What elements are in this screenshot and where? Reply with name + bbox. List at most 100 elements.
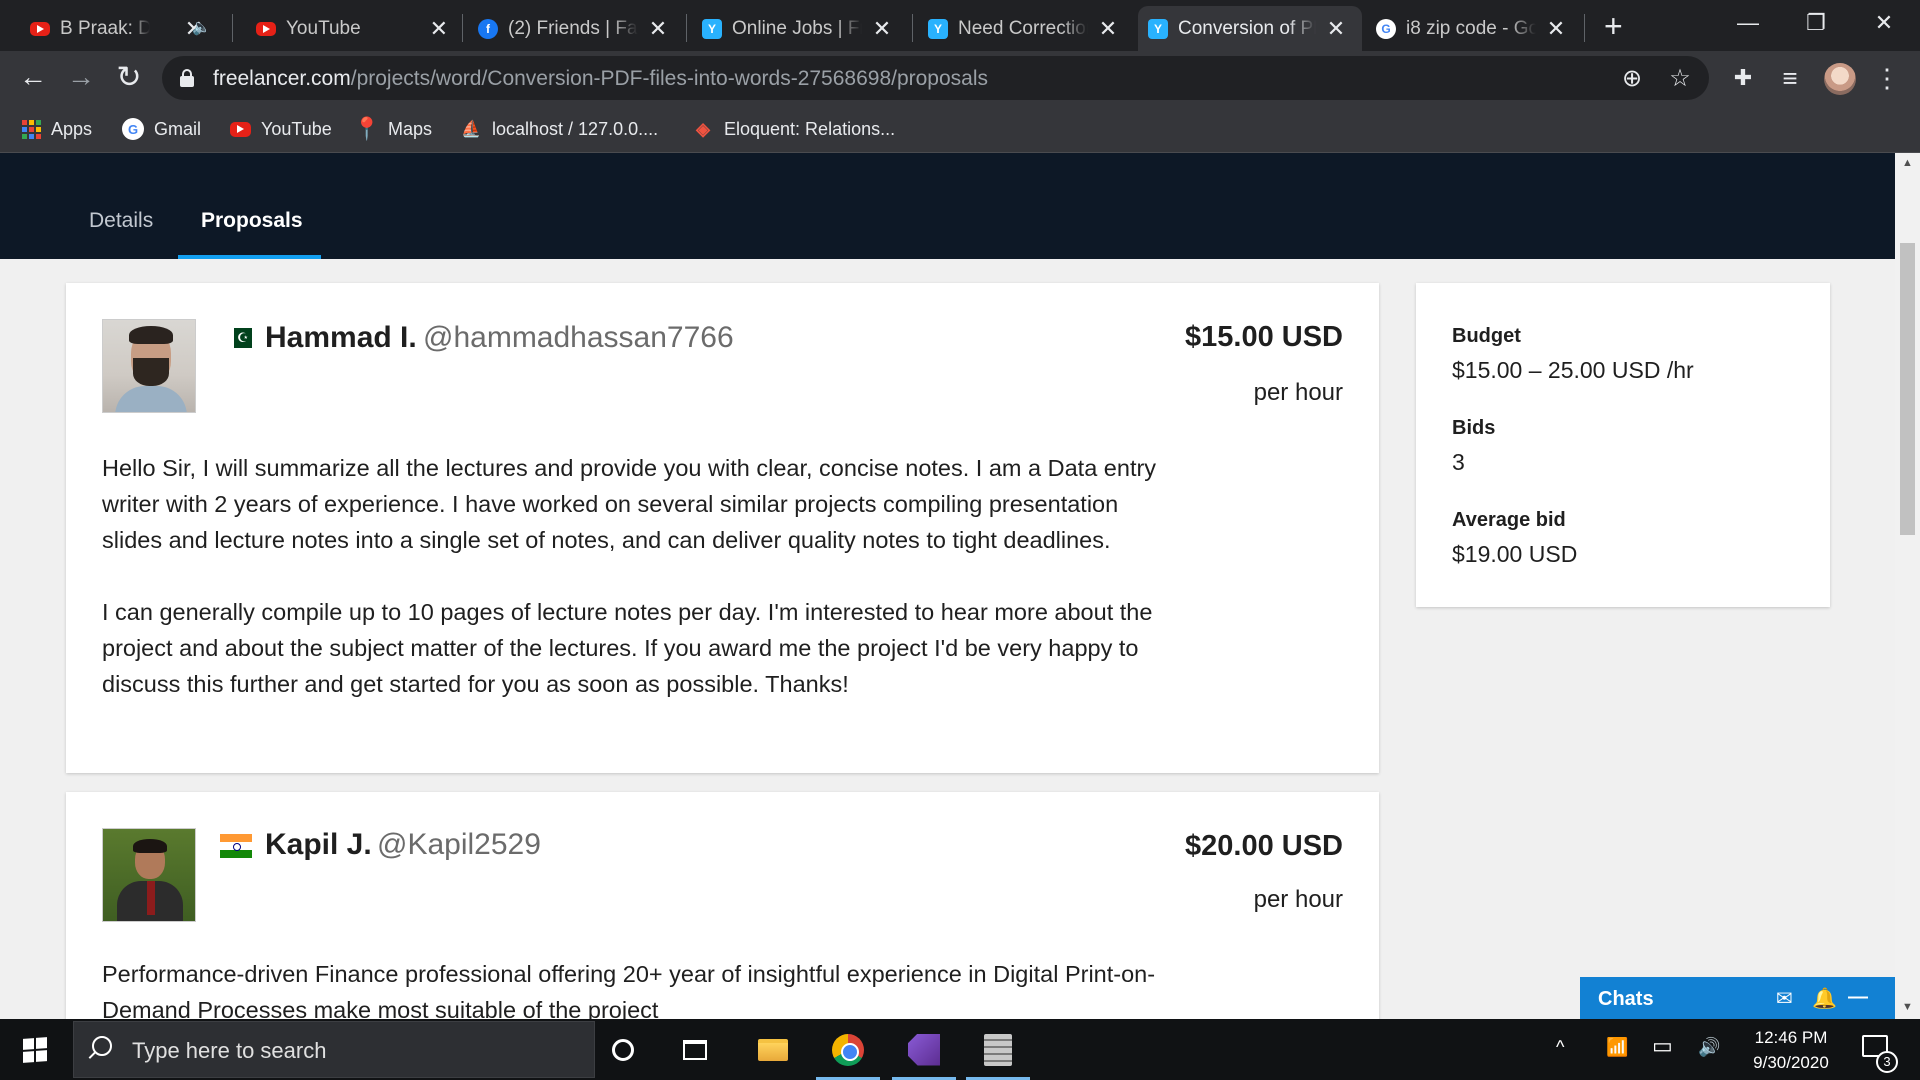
tab-separator (232, 14, 233, 42)
tab-proposals[interactable]: Proposals (201, 209, 303, 233)
new-tab-button[interactable]: + (1604, 6, 1623, 46)
tab-close-icon[interactable]: ✕ (1546, 16, 1566, 42)
lock-icon[interactable] (180, 69, 194, 87)
bids-value: 3 (1452, 449, 1465, 475)
india-flag-icon (220, 834, 252, 858)
freelancer-avatar[interactable] (102, 828, 196, 922)
bookmark-eloquent[interactable]: ◈ Eloquent: Relations... (692, 115, 895, 143)
bookmark-gmail[interactable]: G Gmail (122, 115, 201, 143)
page-scrollbar[interactable]: ▲ ▼ (1895, 153, 1920, 1019)
start-button[interactable] (0, 1019, 70, 1080)
browser-tab-youtube[interactable]: YouTube ✕ (246, 6, 460, 51)
browser-tab-online-jobs[interactable]: Y Online Jobs | Freelancer ✕ (692, 6, 906, 51)
apps-grid-icon (22, 119, 41, 139)
google-icon: G (1376, 19, 1396, 39)
bookmark-label: YouTube (261, 118, 332, 139)
window-minimize-button[interactable]: — (1714, 0, 1782, 45)
show-hidden-icons-chevron-icon[interactable]: ^ (1556, 1037, 1564, 1058)
phpmyadmin-icon: ⛵ (461, 121, 481, 138)
browser-tab-conversion-of-pdf[interactable]: Y Conversion of PDF ✕ (1138, 6, 1362, 51)
tab-details[interactable]: Details (89, 209, 153, 233)
chrome-taskbar-button[interactable] (812, 1019, 884, 1080)
proposal-card: Hammad I. @hammadhassan7766 $15.00 USD p… (66, 283, 1379, 773)
freelancer-avatar[interactable] (102, 319, 196, 413)
youtube-icon (230, 121, 251, 137)
cortana-icon (612, 1038, 634, 1061)
browser-tab-need-correction[interactable]: Y Need Correction ✕ (918, 6, 1132, 51)
freelancer-icon: Y (1148, 19, 1168, 39)
browser-tab-google-search[interactable]: G i8 zip code - Google ✕ (1366, 6, 1580, 51)
freelancer-name[interactable]: Kapil J. (265, 828, 372, 862)
tab-title: i8 zip code - Google (1406, 17, 1536, 39)
visual-studio-icon (908, 1033, 940, 1066)
server-icon (984, 1033, 1012, 1066)
windows-taskbar: Type here to search ^ 📶 ▭ 🔊 12:46 PM 9/3… (0, 1019, 1920, 1080)
file-explorer-button[interactable] (737, 1019, 809, 1080)
windows-logo-icon (23, 1036, 47, 1063)
volume-icon[interactable]: 🔊 (1698, 1037, 1720, 1058)
freelancer-username[interactable]: @Kapil2529 (377, 828, 541, 862)
youtube-icon (256, 22, 276, 36)
bookmark-maps[interactable]: 📍 Maps (353, 115, 432, 143)
bookmark-youtube[interactable]: YouTube (230, 115, 332, 143)
back-button[interactable]: ← (13, 57, 53, 97)
tab-title: B Praak: Dil (60, 17, 150, 39)
file-explorer-icon (758, 1038, 788, 1061)
bookmark-apps[interactable]: Apps (22, 115, 92, 143)
install-app-icon[interactable]: ⊕ (1618, 64, 1646, 92)
visual-studio-taskbar-button[interactable] (888, 1019, 960, 1080)
tab-close-icon[interactable]: ✕ (648, 16, 668, 42)
project-subnav: Details Proposals (0, 153, 1895, 259)
extensions-puzzle-icon[interactable]: ✚ (1728, 63, 1758, 93)
facebook-icon: f (478, 19, 498, 39)
bookmark-label: Gmail (154, 118, 202, 139)
tab-title: (2) Friends | Facebook (508, 17, 638, 39)
freelancer-username[interactable]: @hammadhassan7766 (423, 321, 734, 355)
search-icon (92, 1036, 112, 1056)
minimize-icon[interactable]: — (1848, 986, 1868, 1009)
reload-button[interactable]: ↻ (109, 57, 149, 97)
pakistan-flag-icon (228, 328, 252, 348)
tab-close-icon[interactable]: ✕ (430, 16, 448, 42)
bookmark-star-icon[interactable]: ☆ (1666, 64, 1694, 92)
media-queue-icon[interactable]: ≡ (1775, 63, 1805, 93)
url-text[interactable]: freelancer.com/projects/word/Conversion-… (213, 67, 988, 91)
tab-title: Online Jobs | Freelancer (732, 17, 862, 39)
window-close-button[interactable]: ✕ (1850, 0, 1918, 45)
chats-label[interactable]: Chats (1598, 988, 1654, 1011)
google-icon: G (122, 118, 144, 140)
profile-avatar[interactable] (1824, 63, 1856, 95)
bell-icon[interactable]: 🔔 (1812, 986, 1837, 1011)
task-view-button[interactable] (659, 1019, 731, 1080)
taskbar-clock[interactable]: 12:46 PM 9/30/2020 (1726, 1025, 1856, 1075)
scroll-up-arrow-icon[interactable]: ▲ (1902, 157, 1913, 169)
tab-close-icon[interactable]: ✕ (1326, 16, 1346, 42)
wifi-icon[interactable]: 📶 (1606, 1037, 1628, 1058)
scrollbar-thumb[interactable] (1900, 243, 1915, 535)
bookmark-label: localhost / 127.0.0.... (492, 118, 659, 139)
tab-close-icon[interactable]: ✕ (872, 16, 892, 42)
budget-value: $15.00 – 25.00 USD /hr (1452, 357, 1694, 383)
battery-icon[interactable]: ▭ (1652, 1033, 1673, 1059)
scroll-down-arrow-icon[interactable]: ▼ (1902, 1001, 1913, 1013)
browser-tab-b-praak[interactable]: B Praak: Dil 🔈 ✕ (20, 6, 226, 51)
compose-icon[interactable]: ✉ (1776, 986, 1793, 1011)
window-restore-button[interactable]: ❐ (1782, 0, 1850, 45)
forward-button[interactable]: → (61, 57, 101, 97)
laravel-icon: ◈ (696, 118, 710, 139)
bookmark-localhost[interactable]: ⛵ localhost / 127.0.0.... (460, 115, 658, 143)
tab-close-icon[interactable]: ✕ (1098, 16, 1118, 42)
taskbar-search-box[interactable]: Type here to search (73, 1021, 595, 1078)
browser-tab-facebook[interactable]: f (2) Friends | Facebook ✕ (468, 6, 682, 51)
cortana-button[interactable] (587, 1019, 659, 1080)
task-view-icon (683, 1039, 707, 1060)
chrome-menu-icon[interactable]: ⋮ (1872, 63, 1902, 93)
chats-widget[interactable]: Chats ✉ 🔔 — (1580, 977, 1895, 1019)
server-app-taskbar-button[interactable] (962, 1019, 1034, 1080)
clock-date: 9/30/2020 (1753, 1053, 1829, 1072)
address-bar[interactable]: freelancer.com/projects/word/Conversion-… (162, 56, 1709, 100)
average-bid-label: Average bid (1452, 509, 1566, 531)
speaker-icon[interactable]: 🔈 (192, 18, 211, 36)
freelancer-name[interactable]: Hammad I. (265, 321, 417, 355)
proposal-paragraph: Performance-driven Finance professional … (102, 961, 1156, 1019)
